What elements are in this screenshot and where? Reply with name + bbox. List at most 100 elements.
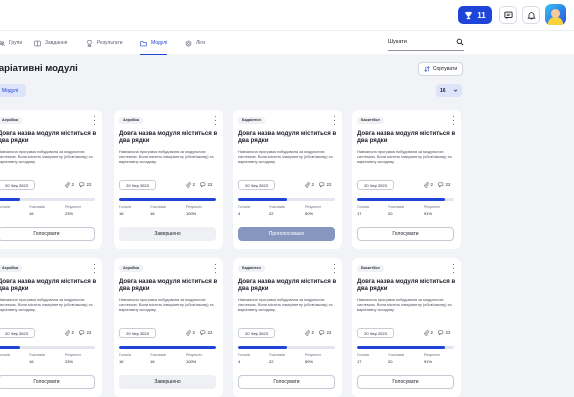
module-card[interactable]: БаскетболДовга назва модуля міститься в … xyxy=(352,110,461,249)
comments-count: 22 xyxy=(319,330,331,336)
attachments-count: 2 xyxy=(424,330,433,336)
progress-fill xyxy=(0,346,20,349)
progress-fill xyxy=(238,346,287,349)
module-description: Навчальна програма побудована за модульн… xyxy=(238,149,336,164)
sport-badge: Баскетбол xyxy=(357,117,384,124)
comments-value: 22 xyxy=(327,330,332,335)
progress-fill xyxy=(357,198,445,201)
more-options-icon[interactable] xyxy=(333,116,336,125)
tab-tasks[interactable]: Завдання xyxy=(34,31,67,55)
comment-icon xyxy=(200,182,206,188)
date-badge: 20 Чер 2023 xyxy=(238,180,275,190)
progress-bar xyxy=(357,346,454,349)
module-description: Навчальна програма побудована за модульн… xyxy=(357,149,455,164)
more-options-icon[interactable] xyxy=(93,116,96,125)
module-card[interactable]: БаскетболДовга назва модуля міститься в … xyxy=(352,258,461,397)
comments-count: 22 xyxy=(79,330,91,336)
tab-results[interactable]: Результати xyxy=(86,31,123,55)
module-description: Навчальна програма побудована за модульн… xyxy=(119,149,217,164)
date-badge: 20 Чер 2023 xyxy=(0,180,35,190)
paperclip-icon xyxy=(65,182,71,188)
stat-value: 22 xyxy=(269,211,273,216)
sport-badge: Аеробіка xyxy=(119,117,143,124)
trophy-button[interactable]: 11 xyxy=(458,6,492,24)
comments-count: 22 xyxy=(79,182,91,188)
stat-value: 17 xyxy=(357,211,361,216)
more-options-icon[interactable] xyxy=(333,264,336,273)
progress-bar xyxy=(238,198,335,201)
stat-value: 16 xyxy=(29,359,33,364)
stat-value: 23% xyxy=(65,359,73,364)
vote-button[interactable]: Проголосовано xyxy=(238,227,335,241)
vote-button[interactable]: Голосувати xyxy=(357,227,454,241)
per-page-select[interactable]: 16 xyxy=(436,84,462,97)
progress-bar xyxy=(119,346,216,349)
vote-button[interactable]: Голосувати xyxy=(238,375,335,389)
progress-fill xyxy=(357,346,445,349)
more-options-icon[interactable] xyxy=(214,116,217,125)
module-title: Довга назва модуля міститься в два рядки xyxy=(119,130,219,144)
stat-value: 20 xyxy=(388,359,392,364)
comments-count: 22 xyxy=(200,330,212,336)
sport-badge: Аеробіка xyxy=(0,265,22,272)
nav-tabs: Групи Завдання Результати Модулі Ліги Шу… xyxy=(0,30,574,54)
stat-value: 22 xyxy=(269,359,273,364)
attachments-value: 2 xyxy=(312,330,314,335)
module-description: Навчальна програма побудована за модульн… xyxy=(0,297,96,312)
comments-value: 22 xyxy=(87,182,92,187)
stat-label: Голосів xyxy=(119,205,131,209)
search-input[interactable]: Шукати xyxy=(388,34,464,51)
comments-count: 22 xyxy=(200,182,212,188)
attachments-count: 2 xyxy=(186,330,195,336)
more-options-icon[interactable] xyxy=(93,264,96,273)
vote-button[interactable]: Завершено xyxy=(119,375,216,389)
vote-button[interactable]: Голосувати xyxy=(0,227,95,241)
more-options-icon[interactable] xyxy=(452,264,455,273)
comment-icon xyxy=(79,182,85,188)
progress-bar xyxy=(238,346,335,349)
comments-value: 22 xyxy=(208,330,213,335)
sport-badge: Бадмінтон xyxy=(238,265,265,272)
notifications-button[interactable] xyxy=(522,6,540,24)
messages-button[interactable] xyxy=(499,6,517,24)
stat-label: Учасників xyxy=(29,205,45,209)
tab-modules[interactable]: Модулі xyxy=(140,31,167,55)
attachments-value: 2 xyxy=(431,182,433,187)
chat-icon xyxy=(504,11,513,20)
attachments-value: 2 xyxy=(312,182,314,187)
module-card[interactable]: БадмінтонДовга назва модуля міститься в … xyxy=(233,110,342,249)
vote-button[interactable]: Голосувати xyxy=(357,375,454,389)
module-card[interactable]: Аеробіка Довга назва модуля міститься в д… xyxy=(114,110,223,249)
attachments-count: 2 xyxy=(424,182,433,188)
sort-button[interactable]: Сортувати xyxy=(418,62,463,76)
more-options-icon[interactable] xyxy=(214,264,217,273)
progress-bar xyxy=(357,198,454,201)
vote-button[interactable]: Голосувати xyxy=(0,375,95,389)
stat-value: 20 xyxy=(388,211,392,216)
tab-groups[interactable]: Групи xyxy=(0,31,22,55)
stat-label: Учасників xyxy=(269,353,285,357)
search-placeholder: Шукати xyxy=(388,39,407,45)
stat-value: 16 xyxy=(119,359,123,364)
attachments-count: 2 xyxy=(186,182,195,188)
stat-label: Учасників xyxy=(388,353,404,357)
paperclip-icon xyxy=(305,182,311,188)
more-options-icon[interactable] xyxy=(452,116,455,125)
trophy-count: 11 xyxy=(477,11,485,20)
module-card[interactable]: АеробікаДовга назва модуля міститься в д… xyxy=(114,258,223,397)
stat-label: Голосів xyxy=(357,353,369,357)
module-card[interactable]: АеробікаДовга назва модуля міститься в д… xyxy=(0,258,102,397)
attachments-value: 2 xyxy=(193,182,195,187)
paperclip-icon xyxy=(65,330,71,336)
vote-button[interactable]: Завершено xyxy=(119,227,216,241)
league-icon xyxy=(185,40,192,47)
avatar[interactable] xyxy=(545,4,566,25)
module-card[interactable]: БадмінтонДовга назва модуля міститься в … xyxy=(233,258,342,397)
tab-leagues[interactable]: Ліги xyxy=(185,31,205,55)
attachments-value: 2 xyxy=(72,182,74,187)
progress-bar xyxy=(0,198,95,201)
filter-chip-modules[interactable]: Модулі xyxy=(0,84,26,97)
module-title: Довга назва модуля міститься в два рядки xyxy=(119,278,219,292)
paperclip-icon xyxy=(186,330,192,336)
module-card[interactable]: АеробікаДовга назва модуля міститься в д… xyxy=(0,110,102,249)
